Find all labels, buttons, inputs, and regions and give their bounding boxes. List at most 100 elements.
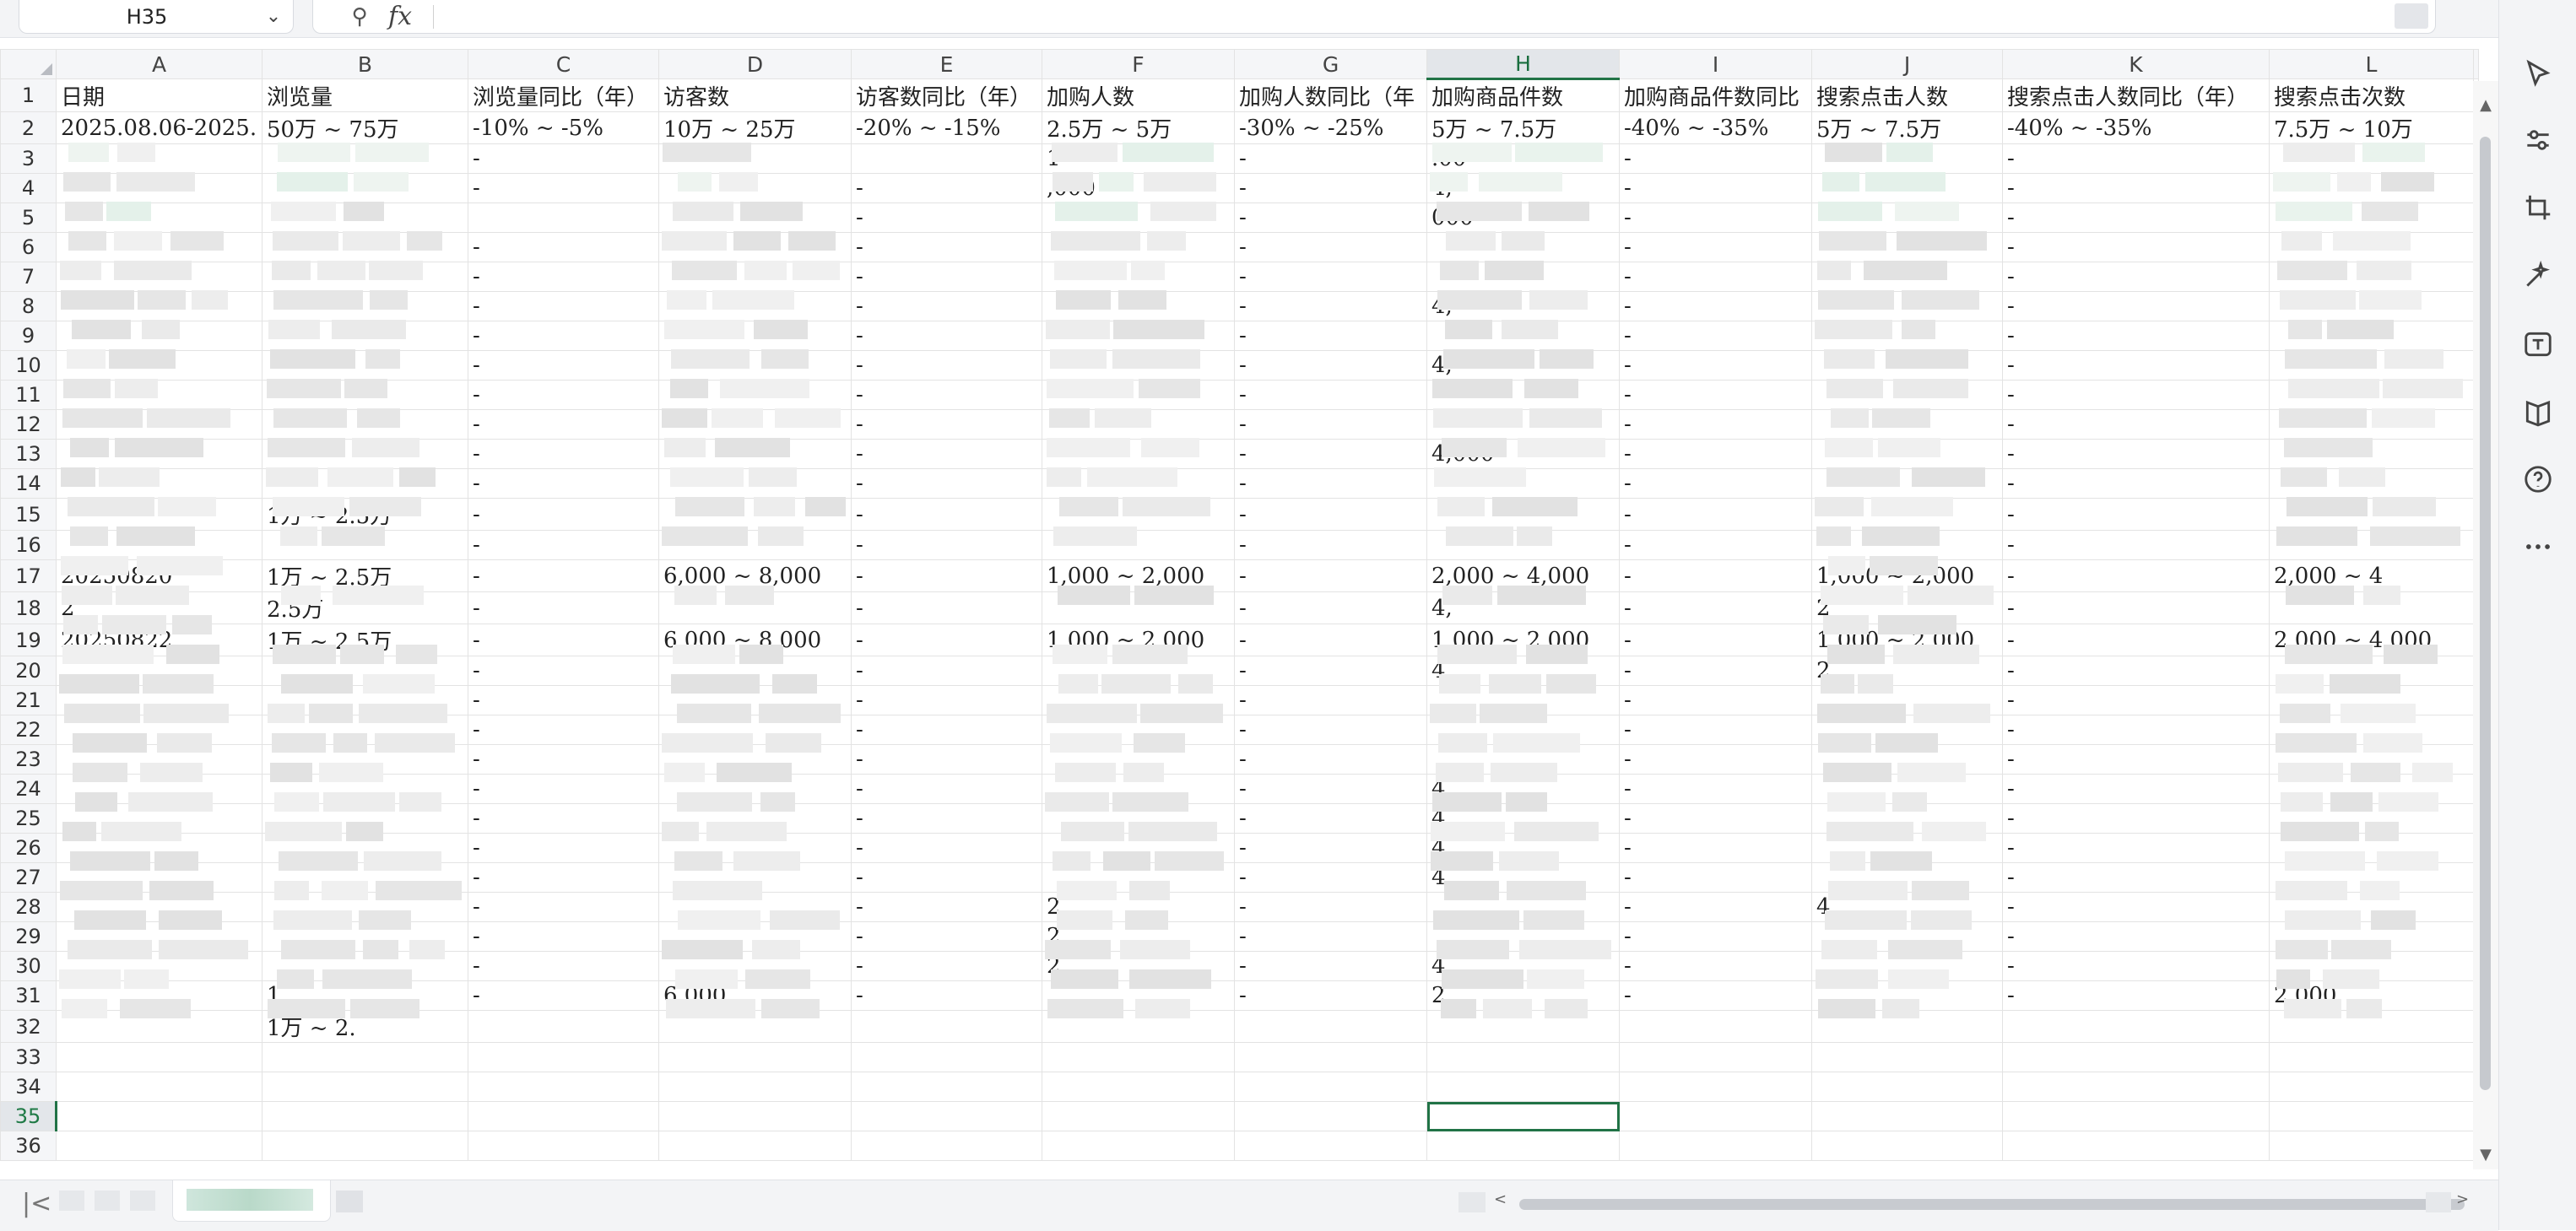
cell-g2[interactable]: -30% ~ -25%	[1234, 111, 1427, 144]
cell-e18[interactable]: -	[851, 591, 1042, 624]
cell-c13[interactable]: -	[468, 439, 659, 469]
cell-i13[interactable]: -	[1619, 439, 1812, 469]
cell-d2[interactable]: 10万 ~ 25万	[658, 111, 852, 144]
cell-i30[interactable]: -	[1619, 951, 1812, 981]
cell-e10[interactable]: -	[851, 350, 1042, 381]
row-header[interactable]: 13	[0, 439, 57, 469]
active-sheet-tab[interactable]	[172, 1180, 331, 1222]
cell-g23[interactable]: -	[1234, 744, 1427, 775]
cell-g1[interactable]: 加购人数同比（年	[1234, 78, 1427, 112]
cell-d34[interactable]	[658, 1072, 852, 1102]
select-cursor-icon[interactable]	[2499, 51, 2576, 98]
cell-e23[interactable]: -	[851, 744, 1042, 775]
column-header-j[interactable]: J	[1811, 49, 2003, 79]
cell-c3[interactable]: -	[468, 143, 659, 174]
cell-k22[interactable]: -	[2002, 715, 2270, 745]
cell-a2[interactable]: 2025.08.06-2025.	[56, 111, 262, 144]
cell-g28[interactable]: -	[1234, 892, 1427, 922]
add-sheet-button[interactable]	[336, 1191, 363, 1212]
cell-c18[interactable]: -	[468, 591, 659, 624]
cell-a35[interactable]	[56, 1101, 262, 1131]
cell-a33[interactable]	[56, 1042, 262, 1072]
cell-c8[interactable]: -	[468, 291, 659, 321]
cell-k18[interactable]: -	[2002, 591, 2270, 624]
column-header-g[interactable]: G	[1234, 49, 1427, 79]
cell-e29[interactable]: -	[851, 921, 1042, 952]
cell-e2[interactable]: -20% ~ -15%	[851, 111, 1042, 144]
cell-k10[interactable]: -	[2002, 350, 2270, 381]
row-header[interactable]: 32	[0, 1010, 57, 1043]
row-header[interactable]: 1	[0, 78, 57, 112]
cell-c25[interactable]: -	[468, 803, 659, 834]
row-header[interactable]: 25	[0, 803, 57, 834]
cell-g25[interactable]: -	[1234, 803, 1427, 834]
cell-e32[interactable]	[851, 1010, 1042, 1043]
scroll-up-icon[interactable]: ▲	[2473, 96, 2498, 114]
cell-e4[interactable]: -	[851, 173, 1042, 203]
row-header[interactable]: 21	[0, 685, 57, 715]
cell-b33[interactable]	[262, 1042, 468, 1072]
row-header[interactable]: 19	[0, 624, 57, 656]
cell-c30[interactable]: -	[468, 951, 659, 981]
cell-k9[interactable]: -	[2002, 321, 2270, 351]
cell-g10[interactable]: -	[1234, 350, 1427, 381]
chevron-down-icon[interactable]: ⌄	[254, 6, 293, 27]
row-header[interactable]: 7	[0, 262, 57, 292]
column-header-i[interactable]: I	[1619, 49, 1812, 79]
cell-e36[interactable]	[851, 1131, 1042, 1161]
cell-e17[interactable]: -	[851, 559, 1042, 592]
help-icon[interactable]	[2499, 456, 2576, 503]
cell-i33[interactable]	[1619, 1042, 1812, 1072]
row-header[interactable]: 29	[0, 921, 57, 952]
cell-g14[interactable]: -	[1234, 468, 1427, 499]
column-header-l[interactable]: L	[2269, 49, 2474, 79]
cell-k36[interactable]	[2002, 1131, 2270, 1161]
cell-i3[interactable]: -	[1619, 143, 1812, 174]
cell-i32[interactable]	[1619, 1010, 1812, 1043]
vertical-scrollbar[interactable]: ▲ ▼	[2473, 81, 2498, 1169]
cell-g24[interactable]: -	[1234, 774, 1427, 804]
column-header-k[interactable]: K	[2002, 49, 2270, 79]
cell-i5[interactable]: -	[1619, 202, 1812, 233]
cell-i4[interactable]: -	[1619, 173, 1812, 203]
scroll-down-icon[interactable]: ▼	[2473, 1146, 2498, 1164]
cell-g26[interactable]: -	[1234, 833, 1427, 863]
cell-c20[interactable]: -	[468, 656, 659, 686]
cell-i11[interactable]: -	[1619, 380, 1812, 410]
crop-icon[interactable]	[2499, 184, 2576, 231]
cell-c16[interactable]: -	[468, 530, 659, 560]
cell-e28[interactable]: -	[851, 892, 1042, 922]
cell-j2[interactable]: 5万 ~ 7.5万	[1811, 111, 2003, 144]
cell-d1[interactable]: 访客数	[658, 78, 852, 112]
cell-k17[interactable]: -	[2002, 559, 2270, 592]
cell-f35[interactable]	[1042, 1101, 1235, 1131]
cell-c15[interactable]: -	[468, 498, 659, 531]
cell-e27[interactable]: -	[851, 862, 1042, 893]
cell-k6[interactable]: -	[2002, 232, 2270, 262]
cell-k11[interactable]: -	[2002, 380, 2270, 410]
cell-i9[interactable]: -	[1619, 321, 1812, 351]
cell-k30[interactable]: -	[2002, 951, 2270, 981]
cell-g4[interactable]: -	[1234, 173, 1427, 203]
row-header[interactable]: 33	[0, 1042, 57, 1072]
cell-i35[interactable]	[1619, 1101, 1812, 1131]
cell-i1[interactable]: 加购商品件数同比	[1619, 78, 1812, 112]
first-sheet-icon[interactable]: |<	[22, 1189, 51, 1218]
cell-c36[interactable]	[468, 1131, 659, 1161]
row-header[interactable]: 16	[0, 530, 57, 560]
cell-g32[interactable]	[1234, 1010, 1427, 1043]
cell-d36[interactable]	[658, 1131, 852, 1161]
cell-g34[interactable]	[1234, 1072, 1427, 1102]
cell-j1[interactable]: 搜索点击人数	[1811, 78, 2003, 112]
cell-i27[interactable]: -	[1619, 862, 1812, 893]
cell-l36[interactable]	[2269, 1131, 2474, 1161]
cell-g36[interactable]	[1234, 1131, 1427, 1161]
cell-l33[interactable]	[2269, 1042, 2474, 1072]
row-header[interactable]: 3	[0, 143, 57, 174]
adjust-icon[interactable]	[2499, 116, 2576, 164]
cell-k14[interactable]: -	[2002, 468, 2270, 499]
scroll-right-icon[interactable]: >	[2456, 1191, 2469, 1208]
cell-i25[interactable]: -	[1619, 803, 1812, 834]
cell-i24[interactable]: -	[1619, 774, 1812, 804]
row-header[interactable]: 8	[0, 291, 57, 321]
